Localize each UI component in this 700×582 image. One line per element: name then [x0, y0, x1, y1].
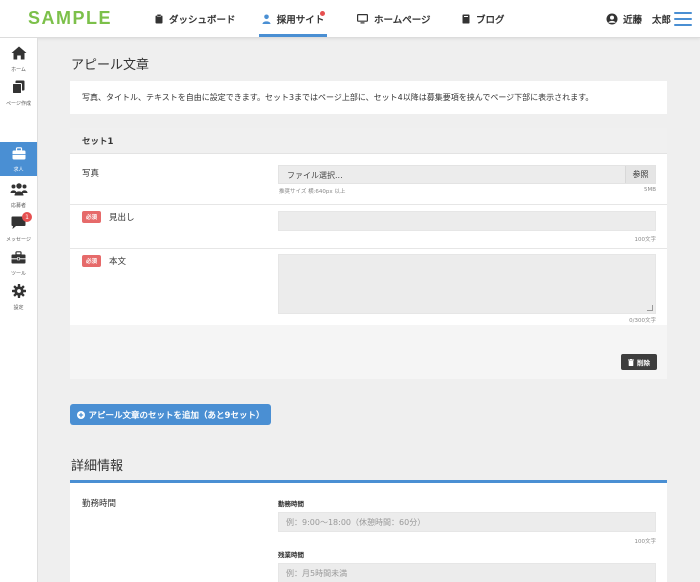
- photo-size-limit: 5MB: [643, 187, 656, 193]
- sidebar-item-label: 設定: [13, 305, 24, 311]
- nav-homepage[interactable]: ホームページ: [357, 0, 431, 38]
- appeal-heading: アピール文章: [71, 58, 150, 73]
- headline-char-limit: 100文字: [634, 237, 657, 243]
- nav-dashboard-label: ダッシュボード: [169, 15, 236, 26]
- detail-card: 勤務時間 勤務時間 例：9:00〜18:00（休憩時間：60分） 100文字 残…: [70, 480, 667, 582]
- notification-dot: [320, 11, 325, 16]
- nav-blog-label: ブログ: [476, 15, 505, 26]
- required-badge: 必須: [82, 211, 102, 223]
- sidebar-item-page-create[interactable]: ページ作成: [0, 76, 37, 110]
- sidebar-item-settings[interactable]: 設定: [0, 280, 37, 314]
- plus-circle-icon: [76, 410, 85, 419]
- copy-icon: [12, 79, 25, 98]
- headline-label-group: 必須 見出し: [82, 211, 135, 223]
- sidebar-item-applicants[interactable]: 応募者: [0, 178, 37, 212]
- required-badge: 必須: [82, 255, 102, 267]
- user-last-name: 近藤: [623, 15, 643, 26]
- sidebar-item-home[interactable]: ホーム: [0, 42, 37, 76]
- appeal-description: 写真、タイトル、テキストを自由に設定できます。セット3まではページ上部に、セット…: [70, 81, 667, 114]
- body-row: 必須 本文 0/300文字: [70, 249, 667, 325]
- add-appeal-set-label: アピール文章のセットを追加（あと9セット）: [88, 410, 265, 421]
- sidebar-item-label: ホーム: [11, 67, 26, 73]
- book-icon: [462, 14, 470, 24]
- monitor-icon: [357, 14, 368, 24]
- photo-label: 写真: [82, 169, 100, 179]
- sidebar-item-label: メッセージ: [6, 237, 31, 243]
- user-circle-icon: [606, 13, 618, 25]
- headline-input[interactable]: [278, 211, 656, 231]
- sidebar-item-label: ページ作成: [6, 101, 31, 107]
- nav-dashboard[interactable]: ダッシュボード: [155, 0, 236, 38]
- body-textarea[interactable]: [278, 254, 656, 314]
- set-title: セット1: [70, 128, 667, 154]
- user-icon: [262, 14, 271, 24]
- overtime-sublabel: 残業時間: [278, 551, 304, 559]
- logo[interactable]: SAMPLE: [28, 8, 112, 29]
- work-hours-char-limit: 100文字: [634, 539, 657, 545]
- gear-icon: [11, 283, 26, 302]
- headline-row: 必須 見出し 100文字: [70, 205, 667, 249]
- photo-file-input[interactable]: ファイル選択... 参照: [278, 165, 656, 184]
- sidebar-item-messages[interactable]: 1 メッセージ: [0, 212, 37, 246]
- resize-handle[interactable]: [647, 305, 653, 311]
- work-hours-label: 勤務時間: [82, 499, 117, 509]
- top-navigation-bar: SAMPLE ダッシュボード 採用サイト ホームページ ブログ 近藤 太郎: [0, 0, 700, 38]
- body-label: 本文: [109, 257, 127, 267]
- nav-homepage-label: ホームページ: [374, 15, 431, 26]
- photo-size-hint: 推奨サイズ 横:640px 以上: [279, 189, 346, 195]
- sidebar: ホーム ページ作成 求人 応募者 1 メッセージ ツール 設定: [0, 38, 38, 582]
- nav-recruit-site-label: 採用サイト: [276, 14, 325, 26]
- home-icon: [11, 45, 27, 64]
- body-label-group: 必須 本文: [82, 255, 126, 267]
- sidebar-item-tools[interactable]: ツール: [0, 246, 37, 280]
- toolbox-icon: [11, 249, 26, 268]
- user-menu[interactable]: 近藤 太郎: [606, 0, 671, 38]
- overtime-input[interactable]: 例：月5時間未満: [278, 563, 656, 582]
- user-first-name: 太郎: [652, 15, 672, 26]
- menu-icon[interactable]: [674, 12, 692, 26]
- browse-button[interactable]: 参照: [625, 166, 655, 183]
- sidebar-item-label: 応募者: [10, 203, 26, 209]
- work-hours-sublabel: 勤務時間: [278, 500, 304, 508]
- nav-blog[interactable]: ブログ: [462, 0, 505, 38]
- sidebar-item-jobs[interactable]: 求人: [0, 142, 37, 176]
- sidebar-item-label: ツール: [10, 271, 26, 277]
- photo-row: 写真 ファイル選択... 参照 推奨サイズ 横:640px 以上 5MB: [70, 154, 667, 205]
- appeal-set-card: セット1 写真 ファイル選択... 参照 推奨サイズ 横:640px 以上 5M…: [70, 128, 667, 379]
- headline-label: 見出し: [109, 213, 135, 223]
- add-appeal-set-button[interactable]: アピール文章のセットを追加（あと9セット）: [70, 404, 271, 425]
- file-placeholder: ファイル選択...: [287, 171, 343, 180]
- sidebar-item-label: 求人: [13, 167, 24, 173]
- delete-label: 削除: [637, 359, 650, 367]
- message-count-badge: 1: [22, 212, 32, 222]
- work-hours-input[interactable]: 例：9:00〜18:00（休憩時間：60分）: [278, 512, 656, 532]
- trash-icon: [628, 358, 634, 366]
- detail-heading: 詳細情報: [71, 459, 124, 474]
- clipboard-icon: [155, 14, 163, 24]
- body-char-count: 0/300文字: [629, 318, 656, 324]
- delete-set-button[interactable]: 削除: [621, 354, 657, 370]
- users-icon: [10, 181, 28, 200]
- briefcase-icon: [12, 145, 26, 164]
- nav-recruit-site[interactable]: 採用サイト: [259, 0, 327, 37]
